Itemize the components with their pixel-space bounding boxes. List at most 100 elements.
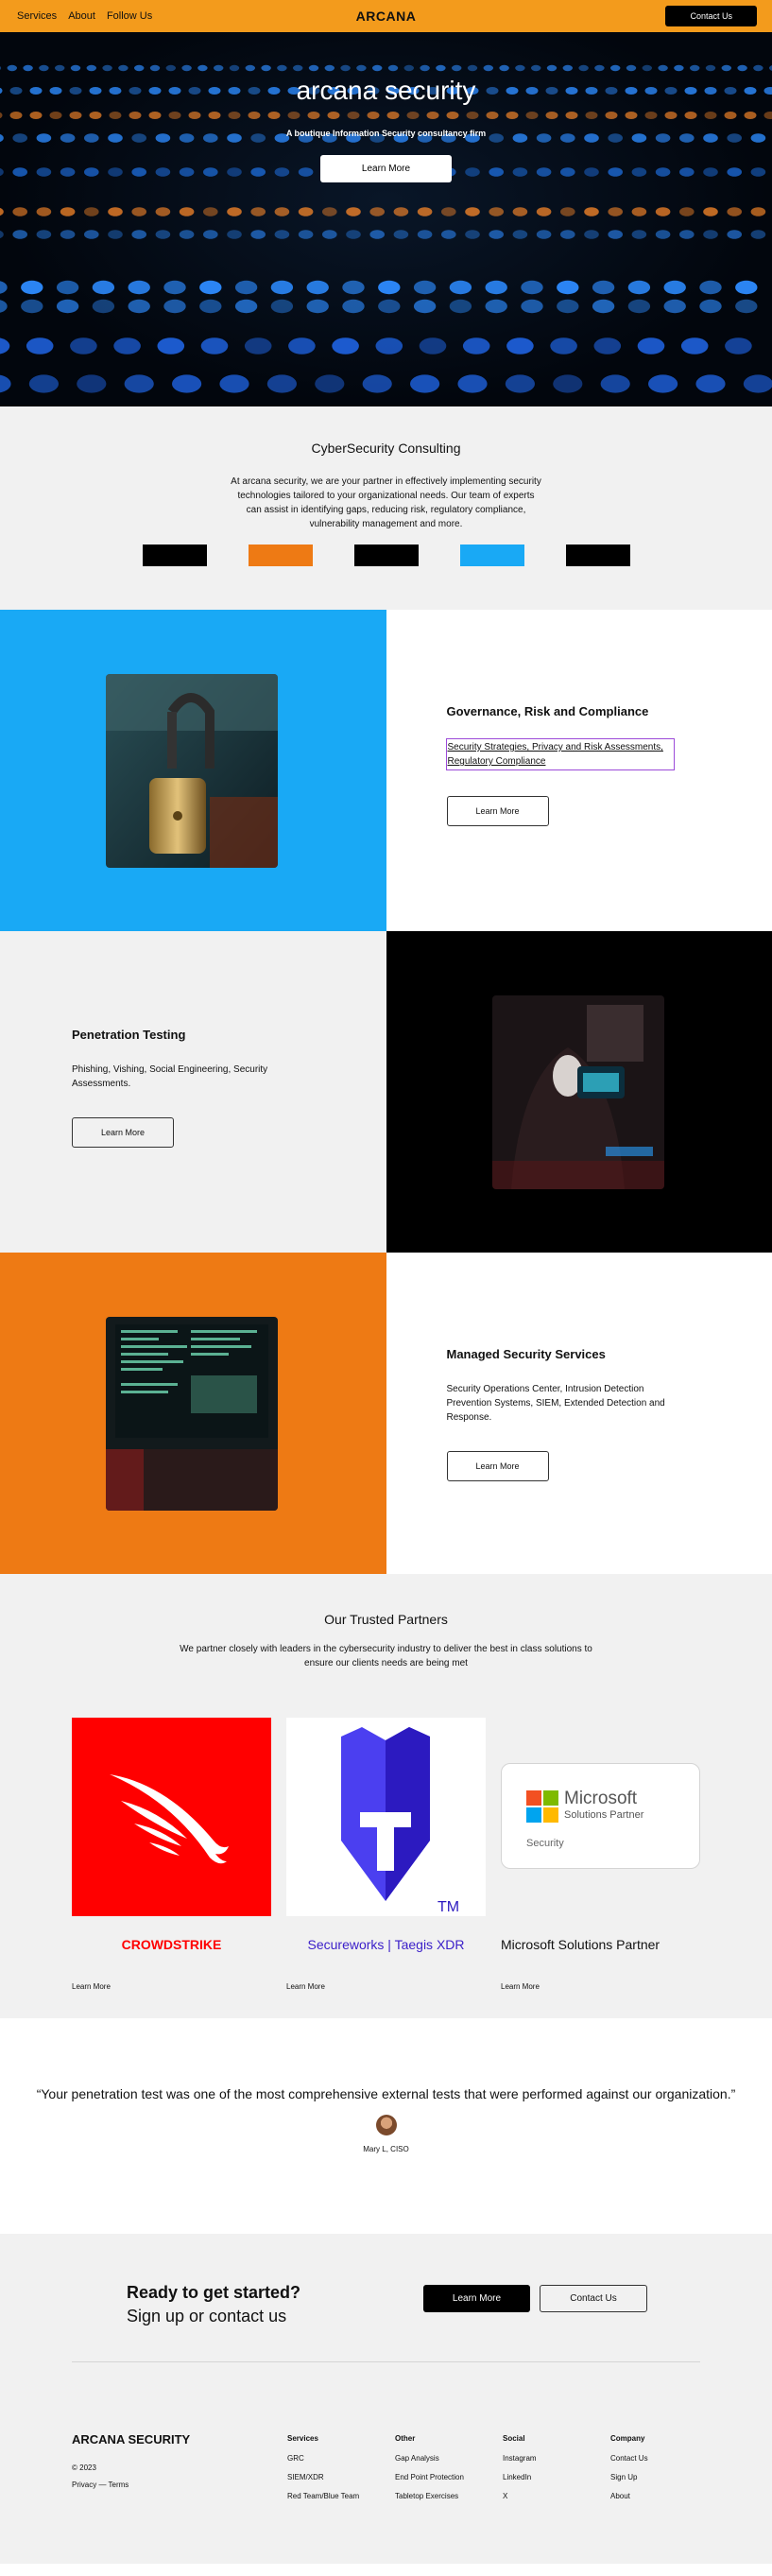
hero-section: arcana security A boutique Information S…: [0, 32, 772, 406]
footer-link[interactable]: Instagram: [503, 2454, 537, 2463]
hero-led-dot: [465, 207, 480, 216]
partner-learn-more-link[interactable]: Learn More: [72, 1982, 271, 1991]
swatch: [353, 545, 419, 566]
footer-link[interactable]: Sign Up: [610, 2473, 648, 2481]
hero-led-dot: [0, 281, 8, 294]
hero-subtitle: A boutique Information Security consulta…: [285, 129, 487, 138]
hero-led-dot: [735, 280, 758, 295]
hero-led-dot: [274, 230, 290, 239]
footer-legal-links[interactable]: Privacy — Terms: [72, 2477, 190, 2494]
hero-led-dot: [92, 299, 115, 314]
hero-led-dot: [346, 207, 361, 216]
nav-link-follow-us[interactable]: Follow Us: [107, 10, 152, 22]
brand-logo[interactable]: ARCANA: [356, 9, 417, 24]
footer-link[interactable]: Gap Analysis: [395, 2454, 464, 2463]
hero-led-dot: [699, 299, 722, 314]
hero-led-dot: [413, 280, 437, 295]
footer-link[interactable]: GRC: [287, 2454, 359, 2463]
footer-link[interactable]: End Point Protection: [395, 2473, 464, 2481]
hero-led-dot: [703, 207, 718, 216]
service-pentest-image-panel: [386, 931, 772, 1253]
nav-link-services[interactable]: Services: [17, 10, 57, 22]
hero-led-dot: [593, 337, 622, 354]
footer-link[interactable]: SIEM/XDR: [287, 2473, 359, 2481]
hero-led-dot: [637, 337, 665, 354]
footer-divider: [72, 2361, 700, 2362]
footer-link[interactable]: Tabletop Exercises: [395, 2492, 464, 2500]
hero-led-dot: [346, 230, 361, 239]
hero-led-dot: [699, 280, 722, 295]
service-learn-more-button[interactable]: Learn More: [446, 1451, 549, 1481]
hero-led-dot: [250, 230, 266, 239]
service-managed-image-panel: [0, 1253, 386, 1574]
testimonial-section: Your penetration test was one of the mos…: [0, 2018, 772, 2234]
hero-led-dot: [128, 299, 150, 314]
hero-led-dot: [172, 374, 202, 393]
partner-learn-more-link[interactable]: Learn More: [286, 1982, 486, 1991]
footer-col-heading: Company: [610, 2434, 645, 2443]
hero-led-dot: [375, 337, 403, 354]
hero-led-dot: [627, 299, 651, 314]
hero-led-dot: [288, 337, 316, 354]
partner-card-secureworks: TM Secureworks | Taegis XDR Learn More: [286, 1718, 486, 1991]
hero-led-dot: [557, 299, 579, 314]
testimonial-quote: Your penetration test was one of the mos…: [37, 2086, 736, 2101]
hero-led-dot: [485, 299, 507, 314]
microsoft-wordmark: Microsoft: [564, 1789, 638, 1808]
cta-learn-more-button[interactable]: Learn More: [423, 2285, 530, 2312]
hero-led-dot: [36, 207, 52, 216]
partners-grid: CROWDSTRIKE Learn More TM Secureworks | …: [72, 1718, 700, 1991]
service-title: Governance, Risk and Compliance: [446, 704, 649, 718]
hero-led-dot: [342, 280, 365, 295]
hero-led-dot: [725, 337, 752, 354]
service-managed: Managed Security Services Security Opera…: [0, 1253, 772, 1574]
footer-link[interactable]: LinkedIn: [503, 2473, 537, 2481]
hero-led-dot: [274, 207, 290, 216]
partner-card-microsoft: Microsoft Solutions Partner Security Mic…: [501, 1718, 700, 1991]
hero-led-dot: [557, 280, 579, 295]
hero-led-dot: [322, 230, 337, 239]
hero-led-dot: [77, 374, 107, 393]
footer-link[interactable]: X: [503, 2492, 537, 2500]
footer-col-services: Services GRC SIEM/XDR Red Team/Blue Team: [287, 2434, 359, 2511]
hero-led-dot: [342, 299, 365, 314]
secureworks-tm-mark: TM: [437, 1899, 459, 1915]
hero-led-dot: [553, 374, 583, 393]
swatch: [142, 545, 207, 566]
hero-led-dot: [584, 207, 599, 216]
hero-led-dot: [250, 207, 266, 216]
hero-led-dot: [157, 337, 185, 354]
nav-link-about[interactable]: About: [68, 10, 95, 22]
partner-learn-more-link[interactable]: Learn More: [501, 1982, 700, 1991]
footer-link[interactable]: Red Team/Blue Team: [287, 2492, 359, 2500]
footer-link[interactable]: About: [610, 2492, 648, 2500]
partners-section: Our Trusted Partners We partner closely …: [0, 1574, 772, 2018]
hero-led-dot: [449, 280, 472, 295]
service-title: Managed Security Services: [446, 1347, 606, 1361]
cta-contact-button[interactable]: Contact Us: [540, 2285, 647, 2312]
cta-subtitle: Sign up or contact us: [127, 2307, 287, 2325]
service-learn-more-button[interactable]: Learn More: [446, 796, 549, 826]
hero-led-dot: [270, 299, 294, 314]
service-learn-more-button[interactable]: Learn More: [72, 1117, 175, 1148]
hero-led-dot: [108, 230, 123, 239]
footer-col-heading: Social: [503, 2434, 525, 2443]
nav-contact-button[interactable]: Contact Us: [665, 6, 757, 26]
hero-led-dot: [584, 230, 599, 239]
hero-led-dot: [655, 230, 671, 239]
hero-led-dot: [608, 207, 623, 216]
partners-heading: Our Trusted Partners: [324, 1612, 448, 1627]
service-grc: Governance, Risk and Compliance Security…: [0, 610, 772, 931]
hero-led-dot: [727, 207, 742, 216]
hero-led-dot: [378, 280, 401, 295]
service-grc-text-panel: Governance, Risk and Compliance Security…: [386, 610, 772, 931]
hero-led-dot: [227, 207, 242, 216]
hero-led-dot: [680, 337, 709, 354]
hero-led-dot: [203, 207, 218, 216]
hero-led-dot: [592, 280, 615, 295]
footer-col-social: Social Instagram LinkedIn X: [503, 2434, 537, 2511]
hero-learn-more-button[interactable]: Learn More: [319, 155, 453, 182]
footer-link[interactable]: Contact Us: [610, 2454, 648, 2463]
hero-led-dot: [417, 230, 433, 239]
microsoft-squares-icon: [526, 1790, 558, 1823]
